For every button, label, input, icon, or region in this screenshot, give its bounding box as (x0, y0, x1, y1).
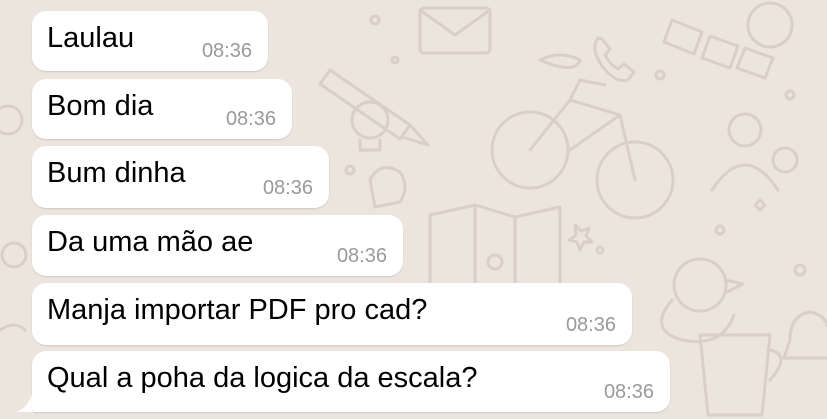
message-timestamp: 08:36 (565, 314, 616, 336)
left-edge-doodle (0, 104, 28, 332)
message-timestamp: 08:36 (201, 40, 252, 62)
mug-doodle (698, 333, 783, 417)
bicycle-doodle (490, 78, 675, 220)
message-text: Qual a poha da logica da escala? (47, 362, 478, 394)
message-timestamp: 08:36 (225, 108, 276, 130)
message-timestamp: 08:36 (603, 381, 654, 403)
message-text: Bom dia (47, 90, 154, 122)
message-text: Da uma mão ae (47, 226, 254, 258)
message-timestamp: 08:36 (336, 245, 387, 267)
message-bubble[interactable]: Laulau 08:36 (32, 11, 268, 71)
scroll-doodle (538, 53, 582, 69)
message-bubble[interactable]: Manja importar PDF pro cad? 08:36 (32, 283, 632, 345)
message-bubble[interactable]: Bum dinha 08:36 (32, 146, 329, 208)
message-bubble[interactable]: Bom dia 08:36 (32, 79, 292, 139)
bff-doodle (662, 18, 775, 80)
phone-doodle (593, 36, 636, 83)
hand-doodle (368, 166, 407, 209)
message-text: Bum dinha (47, 157, 186, 189)
bell-doodle (782, 310, 827, 360)
people-doodle (710, 112, 799, 192)
pencil-doodle (318, 68, 430, 147)
envelope-doodle (418, 6, 492, 55)
message-bubble[interactable]: Da uma mão ae 08:36 (32, 215, 403, 276)
face-doodle (746, 1, 794, 49)
message-text: Manja importar PDF pro cad? (47, 294, 428, 326)
duck-doodle (660, 257, 745, 344)
message-bubble[interactable]: Qual a poha da logica da escala? 08:36 (32, 351, 670, 412)
message-timestamp: 08:36 (262, 177, 313, 199)
message-text: Laulau (47, 22, 135, 54)
